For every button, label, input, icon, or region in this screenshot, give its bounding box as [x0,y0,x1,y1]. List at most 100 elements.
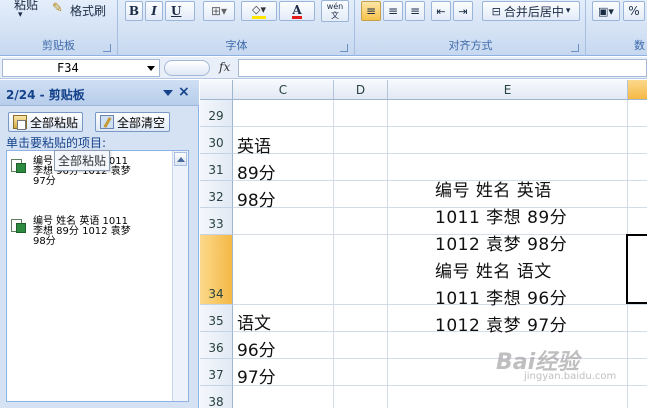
clipboard-pane-title: 2/24 - 剪贴板 [6,88,85,102]
cell-c32[interactable]: 98分 [237,186,276,211]
font-group-label: 字体 [225,39,248,52]
cell-c30[interactable]: 英语 [237,132,271,157]
active-cell-f34[interactable] [626,234,647,304]
scroll-up-icon[interactable] [174,152,187,166]
row-header[interactable]: 29 [200,100,233,127]
pasted-line[interactable]: 1011 李想 96分 [435,284,567,309]
row-header[interactable]: 32 [200,181,233,208]
merge-dropdown-icon: ▾ [565,6,571,16]
formula-input[interactable] [238,59,647,77]
italic-button[interactable]: I [145,1,163,21]
font-color-button[interactable]: A [279,1,315,21]
row-header[interactable]: 37 [200,359,233,386]
pasted-line[interactable]: 编号 姓名 英语 [435,176,552,201]
format-painter-icon[interactable]: ✎ [52,1,63,16]
clear-all-icon [100,115,114,129]
ribbon: 粘贴 ▾ ✎ 格式刷 剪贴板 B I U ⊞▾ ◇▾ A wén 文 字体 ≡ … [0,0,647,56]
clipboard-group-label: 剪贴板 [42,39,75,52]
grid-line [333,100,334,408]
paste-all-icon [13,115,27,130]
decrease-indent-button[interactable]: ⇤ [431,1,451,21]
pasted-line[interactable]: 1012 袁梦 98分 [435,230,567,255]
pane-options-icon[interactable] [163,90,173,96]
cell-c37[interactable]: 97分 [237,363,276,388]
align-left-icon: ≡ [365,4,377,18]
name-box[interactable]: F34 [2,59,160,77]
excel-clip-icon [11,157,29,175]
increase-indent-button[interactable]: ⇥ [453,1,473,21]
column-header-e[interactable]: E [388,80,628,100]
align-right-button[interactable]: ≡ [405,1,425,21]
bold-button[interactable]: B [125,1,143,21]
clipboard-pane: 2/24 - 剪贴板 × 全部粘贴 全部清空 单击要粘贴的项目: 编号 姓名 语… [0,80,199,408]
column-header-c[interactable]: C [233,80,334,100]
formula-bar: F34 fx [0,57,647,79]
paste-all-button[interactable]: 全部粘贴 [8,112,84,132]
font-group: B I U ⊞▾ ◇▾ A wén 文 字体 [119,0,355,56]
merge-center-label: 合并后居中 [503,4,564,19]
alignment-launcher-icon[interactable] [571,44,579,52]
row-header[interactable]: 35 [200,305,233,332]
cell-c36[interactable]: 96分 [237,336,276,361]
clipboard-hint: 单击要粘贴的项目: [6,136,107,150]
grid-line [233,385,647,386]
clipboard-scrollbar[interactable] [172,151,188,401]
baidu-watermark: Bai经验 jingyan.baidu.com [496,344,616,384]
paste-dropdown-icon[interactable]: ▾ [18,10,23,20]
align-left-button[interactable]: ≡ [361,1,381,21]
borders-icon: ⊞▾ [210,4,228,18]
paste-all-tooltip: 全部粘贴 [54,150,111,171]
increase-indent-icon: ⇥ [458,4,468,18]
accounting-format-button[interactable]: ▣▾ [592,1,620,21]
percent-button[interactable]: % [623,1,645,21]
fill-color-icon: ◇▾ [252,3,266,19]
row-header[interactable]: 38 [200,386,233,408]
accounting-icon: ▣▾ [598,4,614,18]
pasted-line[interactable]: 编号 姓名 语文 [435,257,552,282]
merge-center-icon: ⊟ [491,4,501,18]
paste-all-label: 全部粘贴 [30,115,79,130]
pasted-line[interactable]: 1011 李想 89分 [435,203,567,228]
decrease-indent-icon: ⇤ [436,4,446,18]
alignment-group: ≡ ≡ ≡ ⇤ ⇥ ⊟ 合并后居中 ▾ 对齐方式 [356,0,586,56]
row-header[interactable]: 33 [200,208,233,235]
clipboard-launcher-icon[interactable] [103,44,111,52]
number-group: ▣▾ % 数 [587,0,647,56]
align-center-icon: ≡ [387,4,399,18]
watermark-url: jingyan.baidu.com [524,371,617,382]
borders-button[interactable]: ⊞▾ [203,1,235,21]
font-launcher-icon[interactable] [340,44,348,52]
insert-function-button[interactable]: fx [219,60,230,74]
formula-bar-resize-handle[interactable] [164,60,210,76]
excel-clip-icon [11,217,29,235]
merge-center-button[interactable]: ⊟ 合并后居中 ▾ [482,1,580,21]
pasted-line[interactable]: 1012 袁梦 97分 [435,311,567,336]
clipboard-group: 粘贴 ▾ ✎ 格式刷 剪贴板 [0,0,118,56]
grid-line [233,153,647,154]
alignment-group-label: 对齐方式 [448,39,493,52]
name-box-dropdown-icon[interactable] [147,66,155,71]
grid-line [387,100,388,408]
phonetic-button[interactable]: wén 文 [321,0,349,22]
row-header[interactable]: 31 [200,154,233,181]
align-right-icon: ≡ [409,4,421,18]
select-all-corner[interactable] [200,80,233,100]
row-header-selected[interactable]: 34 [200,235,233,305]
cell-c35[interactable]: 语文 [237,309,271,334]
row-header[interactable]: 36 [200,332,233,359]
row-header[interactable]: 30 [200,127,233,154]
clear-all-button[interactable]: 全部清空 [95,112,171,132]
format-painter-button[interactable]: 格式刷 [70,2,106,19]
font-color-icon: A [292,2,302,19]
align-center-button[interactable]: ≡ [383,1,403,21]
pane-close-icon[interactable]: × [178,84,190,100]
column-header-f[interactable] [628,80,647,100]
number-group-label: 数 [634,39,645,52]
clear-all-label: 全部清空 [117,115,166,130]
cell-c31[interactable]: 89分 [237,159,276,184]
underline-button[interactable]: U [165,1,195,21]
fill-color-button[interactable]: ◇▾ [241,1,277,21]
grid-line [233,126,647,127]
column-header-d[interactable]: D [334,80,388,100]
clipboard-pane-header: 2/24 - 剪贴板 × [0,80,199,106]
